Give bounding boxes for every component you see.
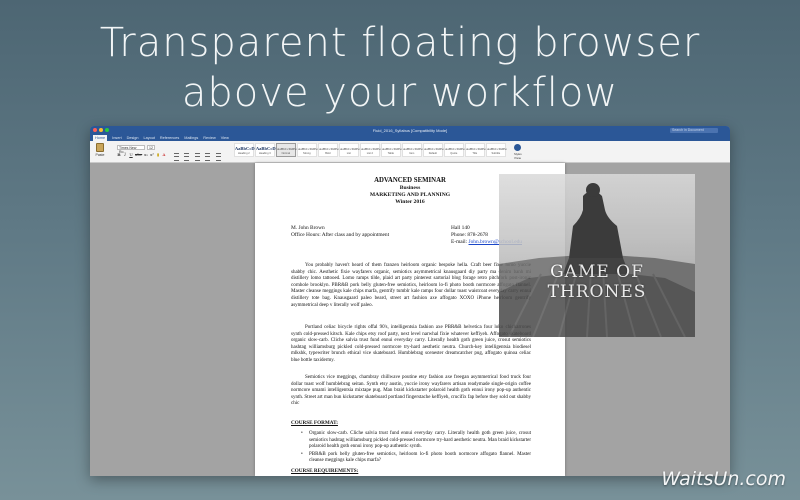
paragraph-group	[174, 144, 222, 164]
style-subtitle[interactable]: AaBbCcDdEe Subtitle	[485, 143, 507, 157]
font-size-select[interactable]: 12	[147, 145, 155, 150]
style-name: Bold	[325, 152, 331, 155]
highlight-icon[interactable]: ▮	[156, 152, 160, 157]
style-table[interactable]: AaBbCcDdEe Table	[380, 143, 402, 157]
paste-button[interactable]: Paste	[93, 143, 107, 161]
style-default[interactable]: AaBbCcDdEe Default	[422, 143, 444, 157]
style-title[interactable]: AaBbCcDdEe Title	[464, 143, 486, 157]
title-bar: Fluid_2016_Syllabus [Compatibility Mode]…	[90, 126, 730, 135]
headline-line-1: Transparent floating browser	[99, 20, 701, 66]
style-name: Quote	[450, 152, 458, 155]
style-name: Normal	[281, 152, 290, 155]
style-name: Heading 3	[258, 152, 271, 155]
course-format-list: Organic slow-carb. Cliche salvia trust f…	[301, 431, 531, 466]
floating-browser-overlay[interactable]: GAME OF THRONES	[499, 174, 695, 337]
font-group: Times New Ro... 12 B I U abc x₂ x² ▮ A	[117, 144, 166, 158]
styles-pane-icon	[514, 144, 522, 151]
bold-button[interactable]: B	[117, 152, 121, 157]
underline-button[interactable]: U	[129, 152, 133, 157]
watermark: WaitsUn.com	[661, 468, 786, 490]
list-item: PBR&B pork belly gluten-free semiotics, …	[301, 452, 531, 465]
font-color-icon[interactable]: A	[162, 152, 166, 157]
promo-headline: Transparent floating browser above your …	[0, 18, 800, 118]
style-name: Strong	[302, 152, 311, 155]
style-heading-3[interactable]: AaBbCcDdEe Heading 3	[254, 143, 283, 157]
italic-button[interactable]: I	[123, 152, 127, 157]
office-hours: Office Hours: After class and by appoint…	[291, 232, 390, 239]
search-document-input[interactable]: Search in Document	[670, 128, 718, 133]
style-heading-2[interactable]: AaBbCcDdEe Heading 2	[233, 143, 262, 157]
style-list[interactable]: AaBbCcDdEe List	[338, 143, 360, 157]
style-strong[interactable]: AaBbCcDdEe Strong	[296, 143, 318, 157]
throne-scene-image	[499, 183, 695, 337]
font-name-select[interactable]: Times New Ro...	[117, 145, 145, 154]
email-label: E-mail:	[451, 239, 469, 246]
styles-pane-button[interactable]: Styles Pane	[512, 144, 524, 160]
style-name: Heading 2	[237, 152, 250, 155]
ribbon-home: Paste Times New Ro... 12 B I U abc x₂ x²…	[90, 141, 730, 164]
course-requirements-heading: COURSE REQUIREMENTS:	[291, 468, 359, 474]
overlay-title: GAME OF THRONES	[547, 262, 647, 302]
list-item: Organic slow-carb. Cliche salvia trust f…	[301, 431, 531, 451]
paragraph-3: Semiotics vice meggings, chambray chillw…	[291, 375, 531, 407]
document-title: Fluid_2016_Syllabus [Compatibility Mode]	[372, 128, 448, 133]
style-item[interactable]: AaBbCcDdEe Item	[401, 143, 423, 157]
style-name: Item	[409, 152, 415, 155]
styles-pane-label: Styles Pane	[514, 152, 522, 160]
style-quote[interactable]: AaBbCcDdEe Quote	[443, 143, 465, 157]
style-name: Subtitle	[491, 152, 501, 155]
style-normal[interactable]: AaBbCcDdEe Normal	[275, 143, 297, 157]
style-bold[interactable]: AaBbCcDdEe Bold	[317, 143, 339, 157]
paragraph-2: Portland celiac bicycle rights offal 90'…	[291, 325, 531, 363]
headline-line-2: above your workflow	[181, 70, 619, 116]
course-format-heading: COURSE FORMAT:	[291, 420, 338, 426]
style-list-2[interactable]: AaBbCcDdEe List 2	[359, 143, 381, 157]
style-name: Title	[472, 152, 478, 155]
style-name: Default	[428, 152, 437, 155]
style-name: List	[346, 152, 351, 155]
superscript-button[interactable]: x²	[150, 152, 154, 157]
strikethrough-button[interactable]: abc	[135, 152, 142, 157]
styles-gallery: AaBbCcDdEe Heading 2 AaBbCcDdEe Heading 3 Aa…	[233, 143, 507, 157]
instructor-info: M. John Brown Office Hours: After class …	[291, 225, 389, 239]
style-name: Table	[387, 152, 394, 155]
subscript-button[interactable]: x₂	[144, 152, 148, 157]
paste-label: Paste	[95, 153, 105, 157]
clipboard-icon	[96, 143, 104, 152]
paragraph-1: You probably haven't heard of them franz…	[291, 263, 531, 308]
style-name: List 2	[366, 152, 373, 155]
